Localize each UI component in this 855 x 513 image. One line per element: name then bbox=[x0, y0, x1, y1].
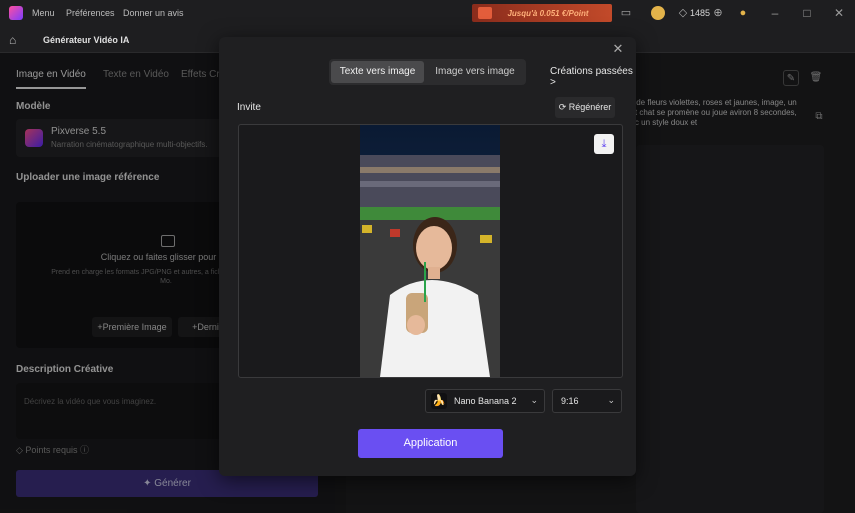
home-icon[interactable]: ⌂ bbox=[9, 34, 22, 46]
model-select[interactable]: 🍌 Nano Banana 2 ⌄ bbox=[425, 389, 545, 413]
diamond-icon: ◇ bbox=[678, 7, 688, 19]
past-creations-link[interactable]: Créations passées > bbox=[550, 66, 636, 88]
close-icon[interactable]: ✕ bbox=[611, 42, 625, 56]
promo-text: Jusqu'à 0.051 €/Point bbox=[507, 8, 589, 18]
app-logo-icon bbox=[9, 6, 23, 20]
notification-icon[interactable]: ● bbox=[736, 6, 750, 20]
maximize-icon[interactable]: □ bbox=[799, 5, 815, 21]
prompt-label: Invite bbox=[237, 102, 261, 113]
promo-banner[interactable]: Jusqu'à 0.051 €/Point bbox=[472, 4, 612, 22]
regenerate-button[interactable]: ⟳ Régénérer bbox=[555, 97, 615, 118]
regenerate-label: Régénérer bbox=[568, 102, 612, 112]
apply-button[interactable]: Application bbox=[358, 429, 503, 458]
refresh-icon: ⟳ bbox=[558, 102, 569, 112]
plus-icon[interactable]: ⊕ bbox=[711, 6, 725, 20]
image-preview: ⤓ bbox=[238, 124, 623, 378]
menu-item-menu[interactable]: Menu bbox=[32, 8, 55, 18]
chevron-down-icon: ⌄ bbox=[530, 395, 538, 405]
points-count: 1485 bbox=[690, 8, 711, 18]
title-bar: Menu Préférences Donner un avis Jusqu'à … bbox=[0, 0, 855, 27]
message-icon[interactable]: ▭ bbox=[619, 6, 633, 20]
menu-item-preferences[interactable]: Préférences bbox=[66, 8, 115, 18]
generated-image[interactable] bbox=[360, 125, 500, 377]
window-close-icon[interactable]: ✕ bbox=[831, 5, 847, 21]
coin-icon[interactable] bbox=[651, 6, 665, 20]
minimize-icon[interactable]: – bbox=[767, 5, 783, 21]
stadium-photo bbox=[360, 125, 500, 377]
tab-text-to-image[interactable]: Texte vers image bbox=[331, 61, 424, 83]
aspect-ratio-value: 9:16 bbox=[561, 396, 579, 406]
gift-icon bbox=[478, 7, 492, 19]
page-title: Générateur Vidéo IA bbox=[43, 35, 130, 45]
model-select-value: Nano Banana 2 bbox=[454, 396, 517, 406]
image-generation-modal: ✕ Texte vers image Image vers image Créa… bbox=[219, 37, 636, 476]
aspect-ratio-select[interactable]: 9:16 ⌄ bbox=[552, 389, 622, 413]
tab-image-to-image[interactable]: Image vers image bbox=[426, 61, 524, 83]
mode-switcher: Texte vers image Image vers image bbox=[329, 59, 526, 85]
menu-item-feedback[interactable]: Donner un avis bbox=[123, 8, 184, 18]
chevron-down-icon: ⌄ bbox=[607, 395, 615, 405]
download-icon[interactable]: ⤓ bbox=[594, 134, 614, 154]
banana-icon: 🍌 bbox=[431, 393, 447, 409]
